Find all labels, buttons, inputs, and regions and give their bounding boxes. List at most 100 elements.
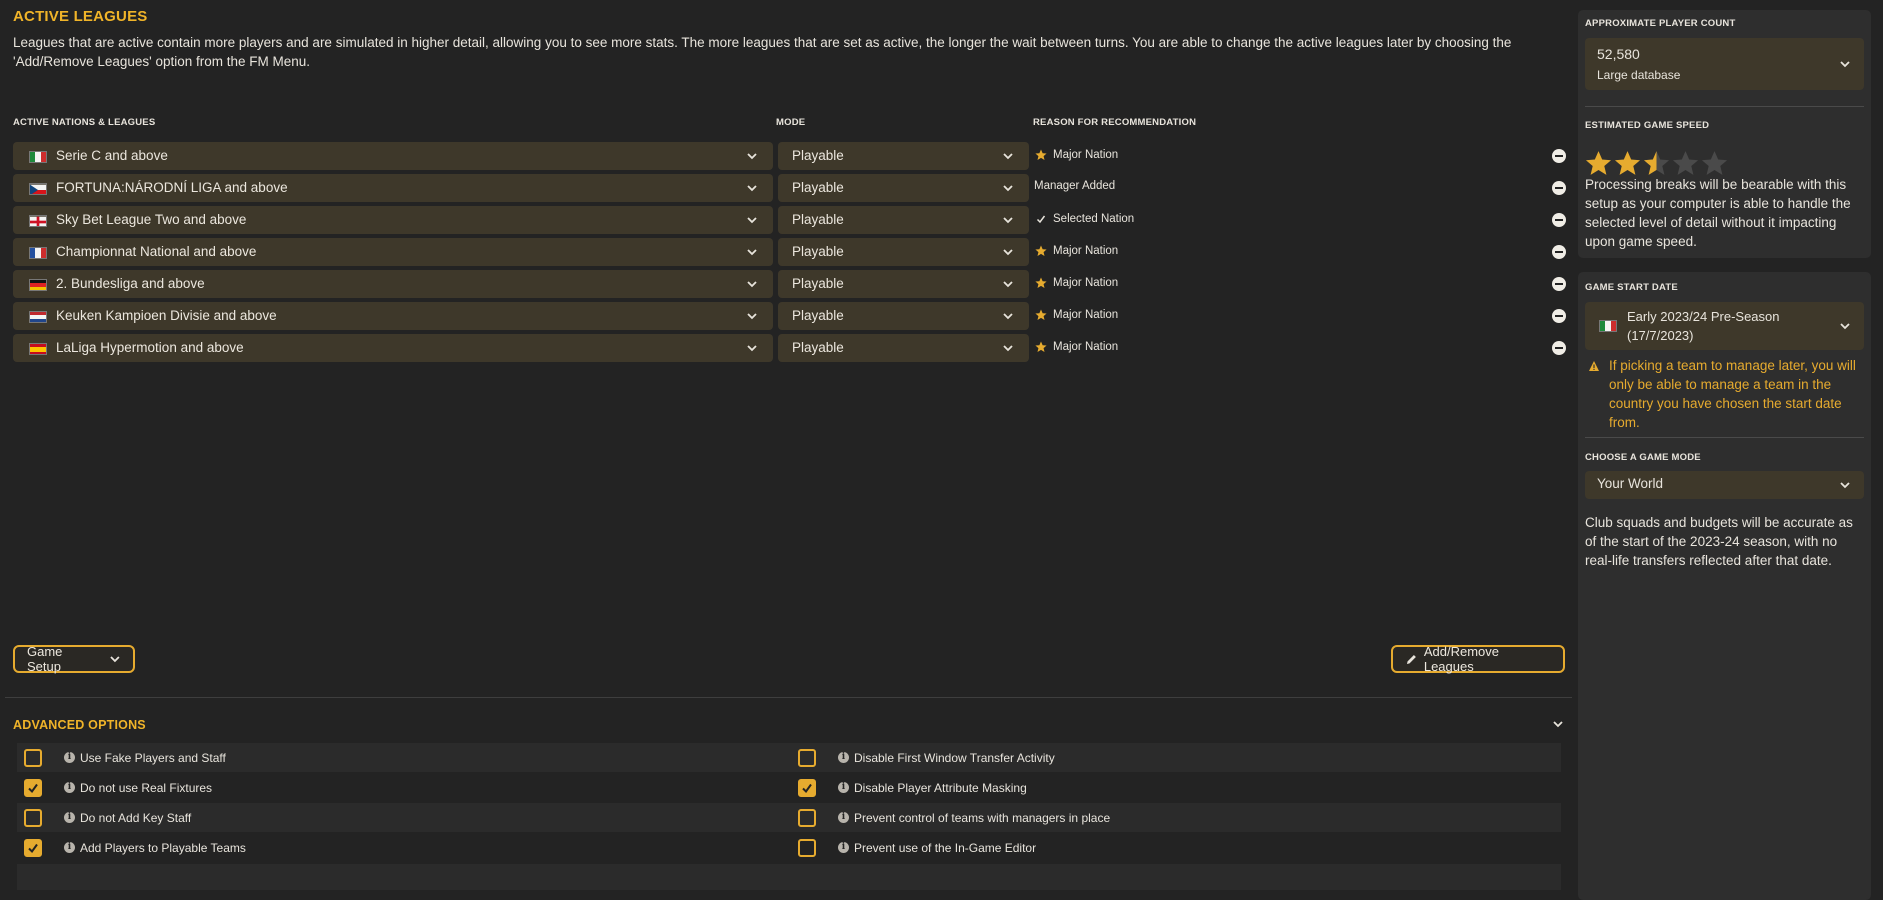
mode-value: Playable [792, 340, 844, 355]
france-flag-icon [29, 247, 47, 259]
start-date-heading: GAME START DATE [1585, 282, 1678, 293]
remove-league-icon[interactable] [1552, 245, 1566, 259]
player-count-heading: APPROXIMATE PLAYER COUNT [1585, 18, 1736, 29]
remove-league-icon[interactable] [1552, 341, 1566, 355]
reason-label: Major Nation [1053, 309, 1119, 321]
panel-divider [1585, 106, 1864, 107]
option-label: Prevent use of the In-Game Editor [854, 840, 1037, 855]
advanced-option: i Prevent use of the In-Game Editor [798, 833, 1036, 862]
mode-dropdown[interactable]: Playable [778, 238, 1029, 266]
reason-label: Manager Added [1034, 180, 1116, 192]
chevron-down-icon [745, 181, 759, 195]
star-full-icon [1614, 151, 1641, 175]
pencil-icon [1406, 654, 1416, 664]
info-icon[interactable]: i [64, 812, 75, 823]
player-count-dropdown[interactable]: 52,580 Large database [1585, 38, 1864, 90]
option-checkbox[interactable] [798, 778, 816, 797]
start-date-mode-panel: GAME START DATE Early 2023/24 Pre-Season… [1578, 272, 1871, 900]
league-dropdown[interactable]: FORTUNA:NÁRODNÍ LIGA and above [13, 174, 773, 202]
league-row: Serie C and above Playable Major Nation [13, 142, 1566, 170]
recommendation-reason: Selected Nation [1034, 212, 1134, 226]
league-dropdown[interactable]: Sky Bet League Two and above [13, 206, 773, 234]
info-icon[interactable]: i [838, 752, 849, 763]
england-flag-icon [29, 215, 47, 227]
remove-league-icon[interactable] [1552, 277, 1566, 291]
league-dropdown[interactable]: 2. Bundesliga and above [13, 270, 773, 298]
option-checkbox[interactable] [24, 808, 42, 827]
info-icon[interactable]: i [64, 782, 75, 793]
option-label: Use Fake Players and Staff [80, 750, 226, 765]
league-name: FORTUNA:NÁRODNÍ LIGA and above [56, 180, 288, 195]
mode-dropdown[interactable]: Playable [778, 142, 1029, 170]
star-empty-icon [1701, 151, 1728, 175]
chevron-down-icon [1001, 213, 1015, 227]
mode-value: Playable [792, 244, 844, 259]
chevron-down-icon [1840, 61, 1850, 68]
chevron-down-icon [1001, 309, 1015, 323]
advanced-option: i Disable Player Attribute Masking [798, 773, 1027, 802]
star-icon [1034, 340, 1048, 354]
star-empty-icon [1672, 151, 1699, 175]
start-date-dropdown[interactable]: Early 2023/24 Pre-Season (17/7/2023) [1585, 302, 1864, 350]
info-icon[interactable]: i [64, 752, 75, 763]
game-setup-button[interactable]: Game Setup [13, 644, 135, 674]
league-dropdown[interactable]: Keuken Kampioen Divisie and above [13, 302, 773, 330]
chevron-down-icon [1001, 181, 1015, 195]
option-checkbox[interactable] [798, 838, 816, 857]
league-row: Championnat National and above Playable Ma… [13, 238, 1566, 266]
advanced-option: i Prevent control of teams with managers … [798, 803, 1110, 832]
mode-dropdown[interactable]: Playable [778, 334, 1029, 362]
mode-value: Playable [792, 180, 844, 195]
check-icon [1034, 212, 1048, 226]
reason-label: Major Nation [1053, 341, 1119, 353]
option-label: Add Players to Playable Teams [80, 840, 246, 855]
star-icon [1034, 148, 1048, 162]
remove-league-icon[interactable] [1552, 181, 1566, 195]
league-row: Keuken Kampioen Divisie and above Playabl… [13, 302, 1566, 330]
mode-dropdown[interactable]: Playable [778, 270, 1029, 298]
option-checkbox[interactable] [24, 748, 42, 767]
info-icon[interactable]: i [838, 842, 849, 853]
option-label: Prevent control of teams with managers i… [854, 810, 1111, 825]
remove-league-icon[interactable] [1552, 149, 1566, 163]
add-remove-leagues-button[interactable]: Add/Remove Leagues [1391, 644, 1565, 674]
mode-dropdown[interactable]: Playable [778, 174, 1029, 202]
italy-flag-icon [29, 151, 47, 163]
advanced-options-filler-row [17, 864, 1561, 890]
section-divider [5, 697, 1572, 698]
league-dropdown[interactable]: LaLiga Hypermotion and above [13, 334, 773, 362]
remove-league-icon[interactable] [1552, 213, 1566, 227]
option-checkbox[interactable] [24, 838, 42, 857]
chevron-down-icon [1001, 341, 1015, 355]
league-row: 2. Bundesliga and above Playable Major Nat… [13, 270, 1566, 298]
chevron-down-icon [1001, 277, 1015, 291]
advanced-option: i Add Players to Playable Teams [24, 833, 246, 862]
start-date-warning: If picking a team to manage later, you w… [1609, 358, 1856, 430]
option-checkbox[interactable] [24, 778, 42, 797]
game-mode-dropdown[interactable]: Your World [1585, 471, 1864, 499]
chevron-down-icon[interactable] [1550, 716, 1566, 732]
main-content: ACTIVE LEAGUES Leagues that are active c… [0, 0, 1572, 900]
option-checkbox[interactable] [798, 808, 816, 827]
czech-republic-flag-icon [29, 183, 47, 195]
game-speed-heading: ESTIMATED GAME SPEED [1585, 120, 1710, 131]
mode-dropdown[interactable]: Playable [778, 206, 1029, 234]
league-dropdown[interactable]: Serie C and above [13, 142, 773, 170]
info-icon[interactable]: i [64, 842, 75, 853]
advanced-option: i Do not use Real Fixtures [24, 773, 212, 802]
mode-dropdown[interactable]: Playable [778, 302, 1029, 330]
league-row: Sky Bet League Two and above Playable Sele… [13, 206, 1566, 234]
mode-value: Playable [792, 212, 844, 227]
info-icon[interactable]: i [838, 812, 849, 823]
star-icon [1034, 308, 1048, 322]
recommendation-reason: Major Nation [1034, 148, 1118, 162]
netherlands-flag-icon [29, 311, 47, 323]
advanced-option: i Disable First Window Transfer Activity [798, 743, 1055, 772]
active-leagues-description: Leagues that are active contain more pla… [13, 35, 1512, 69]
option-checkbox[interactable] [798, 748, 816, 767]
league-name: Championnat National and above [56, 244, 257, 259]
info-icon[interactable]: i [838, 782, 849, 793]
league-row: FORTUNA:NÁRODNÍ LIGA and above Playable Ma… [13, 174, 1566, 202]
league-dropdown[interactable]: Championnat National and above [13, 238, 773, 266]
remove-league-icon[interactable] [1552, 309, 1566, 323]
